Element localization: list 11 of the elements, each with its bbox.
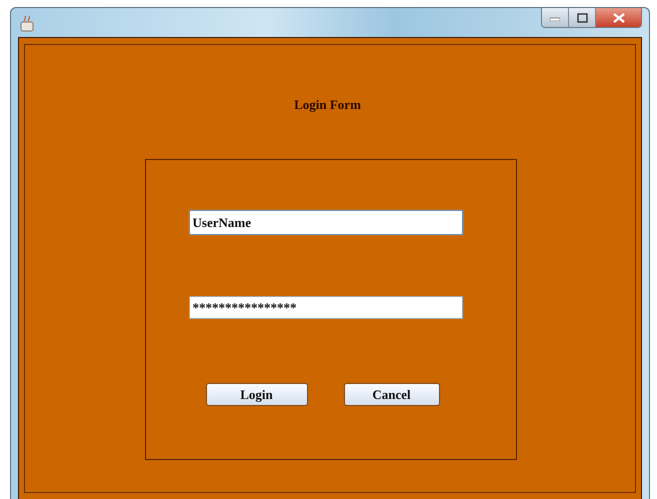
minimize-icon: [550, 14, 560, 20]
maximize-button[interactable]: [569, 8, 596, 27]
close-button[interactable]: [596, 8, 641, 27]
username-field[interactable]: UserName: [188, 210, 462, 235]
close-icon: [612, 12, 624, 22]
app-icon: [20, 16, 34, 32]
login-button[interactable]: Login: [206, 383, 308, 406]
form-title: Login Form: [294, 97, 361, 113]
password-field[interactable]: ****************: [188, 296, 462, 319]
cancel-button[interactable]: Cancel: [344, 383, 440, 406]
maximize-icon: [576, 12, 588, 22]
